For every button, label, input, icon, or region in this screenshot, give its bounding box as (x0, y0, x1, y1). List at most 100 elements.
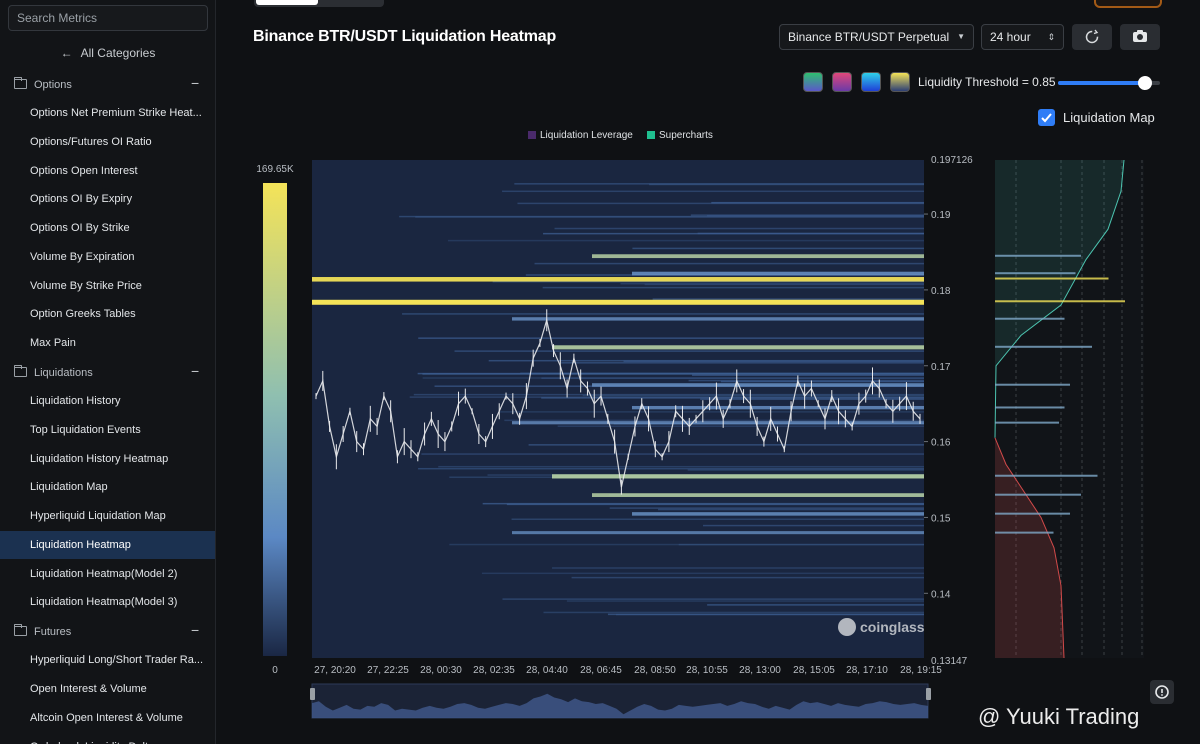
heat-row (658, 508, 924, 511)
heat-row (511, 518, 924, 521)
sidebar-item[interactable]: Liquidation Map (0, 473, 215, 501)
coinglass-logo: coinglass (838, 618, 925, 636)
liquidation-band (312, 299, 924, 305)
liquidation-band (632, 271, 924, 276)
x-tick-label: 27, 22:25 (367, 665, 409, 676)
sidebar-item[interactable]: Options Open Interest (0, 157, 215, 185)
sidebar: Search Metrics ← All Categories Options − O… (0, 0, 216, 744)
heat-row (481, 572, 924, 575)
x-tick-label: 28, 08:50 (634, 665, 676, 676)
folder-icon (14, 77, 27, 89)
heat-row (534, 262, 924, 265)
color-scale-bar (263, 183, 287, 656)
gear-icon (1155, 685, 1169, 699)
x-tick-label: 27, 20:20 (314, 665, 356, 676)
heat-row (678, 543, 924, 546)
heat-row (566, 600, 924, 602)
heat-row (700, 398, 924, 400)
heat-row (697, 232, 924, 235)
liquidation-map-bar (995, 421, 1059, 424)
heat-row (499, 411, 924, 413)
sidebar-item[interactable]: Hyperliquid Long/Short Trader Ra... (0, 646, 215, 674)
heat-row (504, 419, 924, 422)
watermark-text: @ Yuuki Trading (978, 704, 1140, 729)
sidebar-item[interactable]: Altcoin Open Interest & Volume (0, 704, 215, 732)
liquidation-band (552, 474, 924, 479)
liquidation-band (512, 317, 924, 321)
sidebar-item[interactable]: Liquidation Heatmap (0, 531, 215, 559)
watermark: @ Yuuki Trading (978, 704, 1139, 730)
sidebar-group-label: Options (34, 79, 72, 91)
liquidation-map-bar (995, 493, 1081, 496)
sidebar-item[interactable]: Options Net Premium Strike Heat... (0, 99, 215, 127)
x-tick-label: 28, 02:35 (473, 665, 515, 676)
sidebar-item[interactable]: Option Greeks Tables (0, 300, 215, 328)
heat-row (561, 362, 924, 364)
sidebar-item[interactable]: Volume By Expiration (0, 243, 215, 271)
y-tick-label: 0.18 (931, 286, 951, 297)
heat-row (687, 469, 924, 471)
heat-row (692, 374, 924, 376)
collapse-icon[interactable]: − (191, 363, 199, 379)
coinglass-wordmark: coinglass (860, 619, 925, 635)
color-scale-max-label: 169.65K (256, 164, 294, 175)
y-tick-label: 0.15 (931, 513, 951, 524)
liquidation-map-bar (995, 383, 1070, 386)
liquidation-map-bar (995, 345, 1092, 348)
liquidation-map-bar (995, 300, 1125, 303)
heat-row (417, 372, 924, 375)
heat-row (447, 239, 924, 242)
liquidation-map-bar (995, 512, 1070, 515)
sidebar-item[interactable]: Options/Futures OI Ratio (0, 128, 215, 156)
collapse-icon[interactable]: − (191, 622, 199, 638)
heat-row (632, 247, 924, 250)
heat-row (418, 337, 924, 339)
sidebar-item[interactable]: Hyperliquid Liquidation Map (0, 502, 215, 530)
heat-row (402, 313, 924, 315)
liquidation-map-bar (995, 474, 1098, 477)
y-tick-label: 0.17 (931, 362, 951, 373)
sidebar-group-futures[interactable]: Futures − (0, 622, 215, 644)
liquidation-map-bar (995, 317, 1065, 320)
heat-row (541, 377, 924, 379)
liquidation-band (592, 493, 924, 497)
heat-row (542, 286, 924, 289)
heat-row (421, 453, 924, 455)
liquidation-map-bar (995, 406, 1065, 409)
settings-button[interactable] (1150, 680, 1174, 704)
heat-row (557, 425, 924, 427)
heat-row (502, 598, 924, 600)
liquidation-map-bar (995, 531, 1054, 534)
x-tick-label: 28, 13:00 (739, 665, 781, 676)
sidebar-group-label: Futures (34, 626, 72, 638)
sidebar-group-liquidations[interactable]: Liquidations − (0, 363, 215, 385)
sidebar-item[interactable]: Open Interest & Volume (0, 675, 215, 703)
search-input[interactable]: Search Metrics (8, 5, 208, 31)
liquidation-band (512, 421, 924, 425)
liquidation-map-bar (995, 272, 1076, 275)
collapse-icon[interactable]: − (191, 75, 199, 91)
sidebar-item[interactable]: Liquidation Heatmap(Model 2) (0, 560, 215, 588)
x-tick-label: 28, 04:40 (526, 665, 568, 676)
sidebar-item[interactable]: Liquidation Heatmap(Model 3) (0, 588, 215, 616)
sidebar-item[interactable]: Liquidation History (0, 387, 215, 415)
sidebar-item[interactable]: Max Pain (0, 329, 215, 357)
all-categories-link[interactable]: ← All Categories (0, 46, 215, 64)
sidebar-item[interactable]: Liquidation History Heatmap (0, 445, 215, 473)
sidebar-item[interactable]: Options OI By Expiry (0, 185, 215, 213)
sidebar-group-label: Liquidations (34, 367, 93, 379)
heat-row (720, 380, 924, 383)
sidebar-item[interactable]: Options OI By Strike (0, 214, 215, 242)
sidebar-item[interactable]: Volume By Strike Price (0, 272, 215, 300)
heat-row (415, 216, 924, 218)
sidebar-item[interactable]: Top Liquidation Events (0, 416, 215, 444)
range-handle-left (310, 688, 315, 700)
liquidation-map-bar (995, 277, 1109, 280)
sidebar-group-options[interactable]: Options − (0, 75, 215, 97)
liquidation-band (312, 277, 924, 282)
x-tick-label: 28, 19:15 (900, 665, 942, 676)
heat-row (652, 298, 924, 300)
heat-row (552, 567, 924, 569)
liquidation-heatmap-chart[interactable]: 169.65K 0 0.19 0.18 0.17 0.16 0.15 0.14 0.197126… (216, 0, 1200, 744)
sidebar-item[interactable]: Orderbook Liquidity Delta (0, 733, 215, 744)
